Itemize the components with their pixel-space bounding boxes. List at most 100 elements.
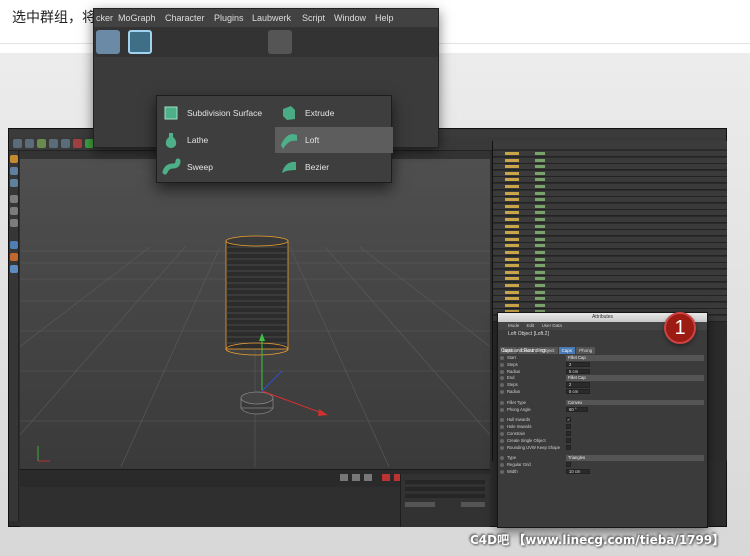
object-row[interactable] — [493, 223, 727, 230]
animate-dot-icon[interactable] — [500, 456, 504, 461]
animate-dot-icon[interactable] — [500, 356, 504, 360]
object-row[interactable] — [493, 210, 727, 217]
object-row[interactable] — [493, 263, 727, 270]
object-row[interactable] — [493, 296, 727, 303]
rotate-icon[interactable] — [61, 139, 70, 148]
animate-dot-icon[interactable] — [500, 445, 504, 450]
attribute-value-field[interactable]: 2 — [566, 361, 590, 368]
go-to-end-icon[interactable] — [364, 474, 372, 481]
menu-item-script[interactable]: Script — [302, 13, 325, 23]
animate-dot-icon[interactable] — [500, 425, 504, 430]
menu-item-subdivision-surface[interactable]: Subdivision Surface — [157, 100, 275, 126]
object-row[interactable] — [493, 170, 727, 177]
object-row[interactable] — [493, 203, 727, 210]
attribute-checkbox[interactable] — [566, 444, 571, 450]
attribute-dropdown[interactable]: Triangles — [566, 455, 704, 461]
menu-item-cker[interactable]: cker — [96, 13, 113, 23]
menu-user-data[interactable]: User Data — [542, 323, 562, 328]
3d-viewport[interactable] — [20, 151, 490, 469]
menu-item-mograph[interactable]: MoGraph — [118, 13, 156, 23]
axis-mode-icon[interactable] — [10, 265, 18, 273]
object-row[interactable] — [493, 230, 727, 237]
object-row[interactable] — [493, 256, 727, 263]
animate-dot-icon[interactable] — [500, 369, 504, 374]
generators-icon[interactable] — [128, 30, 152, 54]
menu-item-laubwerk[interactable]: Laubwerk — [252, 13, 291, 23]
attribute-checkbox[interactable] — [566, 430, 571, 436]
polygons-mode-icon[interactable] — [10, 219, 18, 227]
record-icon[interactable] — [382, 474, 390, 481]
attribute-dropdown[interactable]: Convex — [566, 399, 704, 406]
object-row[interactable] — [493, 276, 727, 283]
menu-item-extrude[interactable]: Extrude — [275, 100, 393, 126]
object-row[interactable] — [493, 217, 727, 223]
material-manager[interactable] — [20, 487, 400, 527]
animate-dot-icon[interactable] — [500, 376, 504, 381]
points-mode-icon[interactable] — [10, 195, 18, 203]
menu-item-help[interactable]: Help — [375, 13, 394, 23]
animate-dot-icon[interactable] — [500, 438, 504, 443]
lock-workplane-icon[interactable] — [10, 253, 18, 261]
attribute-value-field[interactable]: 60 ° — [566, 406, 588, 413]
animate-dot-icon[interactable] — [500, 383, 504, 388]
menu-item-sweep[interactable]: Sweep — [157, 154, 275, 180]
object-row[interactable] — [493, 243, 727, 250]
workplane-icon[interactable] — [10, 179, 18, 187]
menu-edit[interactable]: Edit — [527, 323, 535, 328]
move-icon[interactable] — [37, 139, 46, 148]
apply-button[interactable] — [461, 502, 485, 507]
object-row[interactable] — [493, 283, 727, 289]
attribute-checkbox[interactable] — [566, 424, 571, 430]
object-row[interactable] — [493, 164, 727, 171]
animate-dot-icon[interactable] — [500, 407, 504, 412]
texture-tool-icon[interactable] — [10, 167, 18, 175]
object-row[interactable] — [493, 197, 727, 204]
menu-item-window[interactable]: Window — [334, 13, 366, 23]
object-row[interactable] — [493, 151, 727, 157]
tab-phong[interactable]: Phong — [576, 347, 596, 354]
menu-item-character[interactable]: Character — [165, 13, 205, 23]
scale-icon[interactable] — [49, 139, 58, 148]
snap-icon[interactable] — [10, 241, 18, 249]
redo-icon[interactable] — [25, 139, 34, 148]
undo-icon[interactable] — [13, 139, 22, 148]
x-axis-icon[interactable] — [73, 139, 82, 148]
attribute-checkbox[interactable]: ✓ — [566, 417, 571, 423]
spline-tool-icon[interactable] — [96, 30, 120, 54]
object-row[interactable] — [493, 190, 727, 197]
animate-dot-icon[interactable] — [500, 389, 504, 394]
edges-mode-icon[interactable] — [10, 207, 18, 215]
attribute-dropdown[interactable]: Fillet Cap — [566, 375, 704, 381]
animate-dot-icon[interactable] — [500, 362, 504, 367]
scene-tool-icon[interactable] — [268, 30, 292, 54]
object-row[interactable] — [493, 289, 727, 296]
attribute-checkbox[interactable] — [566, 437, 571, 443]
coordinates-manager[interactable] — [400, 474, 490, 527]
attribute-value-field[interactable]: 5 cm — [566, 368, 590, 375]
object-row[interactable] — [493, 184, 727, 190]
animate-dot-icon[interactable] — [500, 469, 504, 474]
menu-item-bezier[interactable]: Bezier — [275, 154, 393, 180]
attribute-value-field[interactable]: 5 cm — [566, 388, 590, 395]
play-icon[interactable] — [352, 474, 360, 481]
menu-item-loft[interactable]: Loft — [275, 127, 393, 153]
attribute-value-field[interactable]: 2 — [566, 382, 590, 388]
object-row[interactable] — [493, 157, 727, 164]
object-row[interactable] — [493, 236, 727, 243]
menu-item-plugins[interactable]: Plugins — [214, 13, 244, 23]
model-tool-icon[interactable] — [10, 155, 18, 163]
animate-dot-icon[interactable] — [500, 418, 504, 423]
animate-dot-icon[interactable] — [500, 463, 504, 468]
animate-dot-icon[interactable] — [500, 431, 504, 436]
go-to-start-icon[interactable] — [340, 474, 348, 481]
menu-item-lathe[interactable]: Lathe — [157, 127, 275, 153]
menu-mode[interactable]: Mode — [508, 323, 519, 328]
tab-caps[interactable]: Caps — [558, 347, 576, 354]
attribute-checkbox[interactable] — [566, 462, 571, 468]
animate-dot-icon[interactable] — [500, 400, 504, 405]
object-row[interactable] — [493, 250, 727, 256]
object-row[interactable] — [493, 177, 727, 184]
attribute-value-field[interactable]: 10 cm — [566, 468, 590, 475]
object-row[interactable] — [493, 269, 727, 276]
attribute-dropdown[interactable]: Fillet Cap — [566, 355, 704, 361]
